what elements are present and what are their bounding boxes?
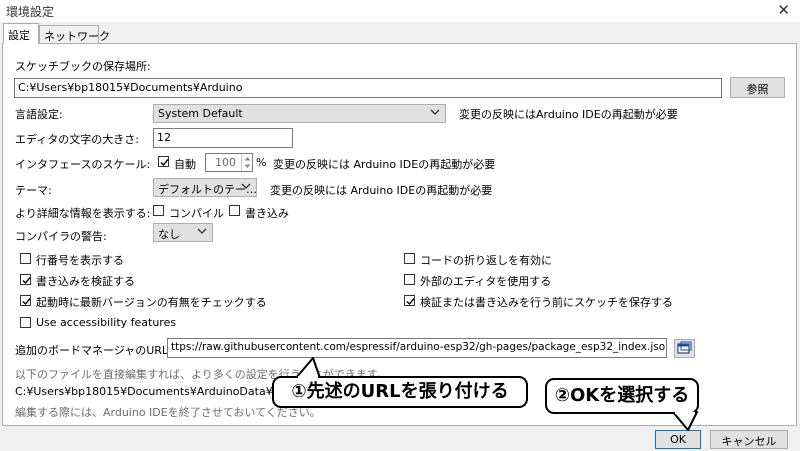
tab-settings[interactable]: 設定 xyxy=(3,23,39,44)
callout-pointer-joins xyxy=(298,375,695,415)
